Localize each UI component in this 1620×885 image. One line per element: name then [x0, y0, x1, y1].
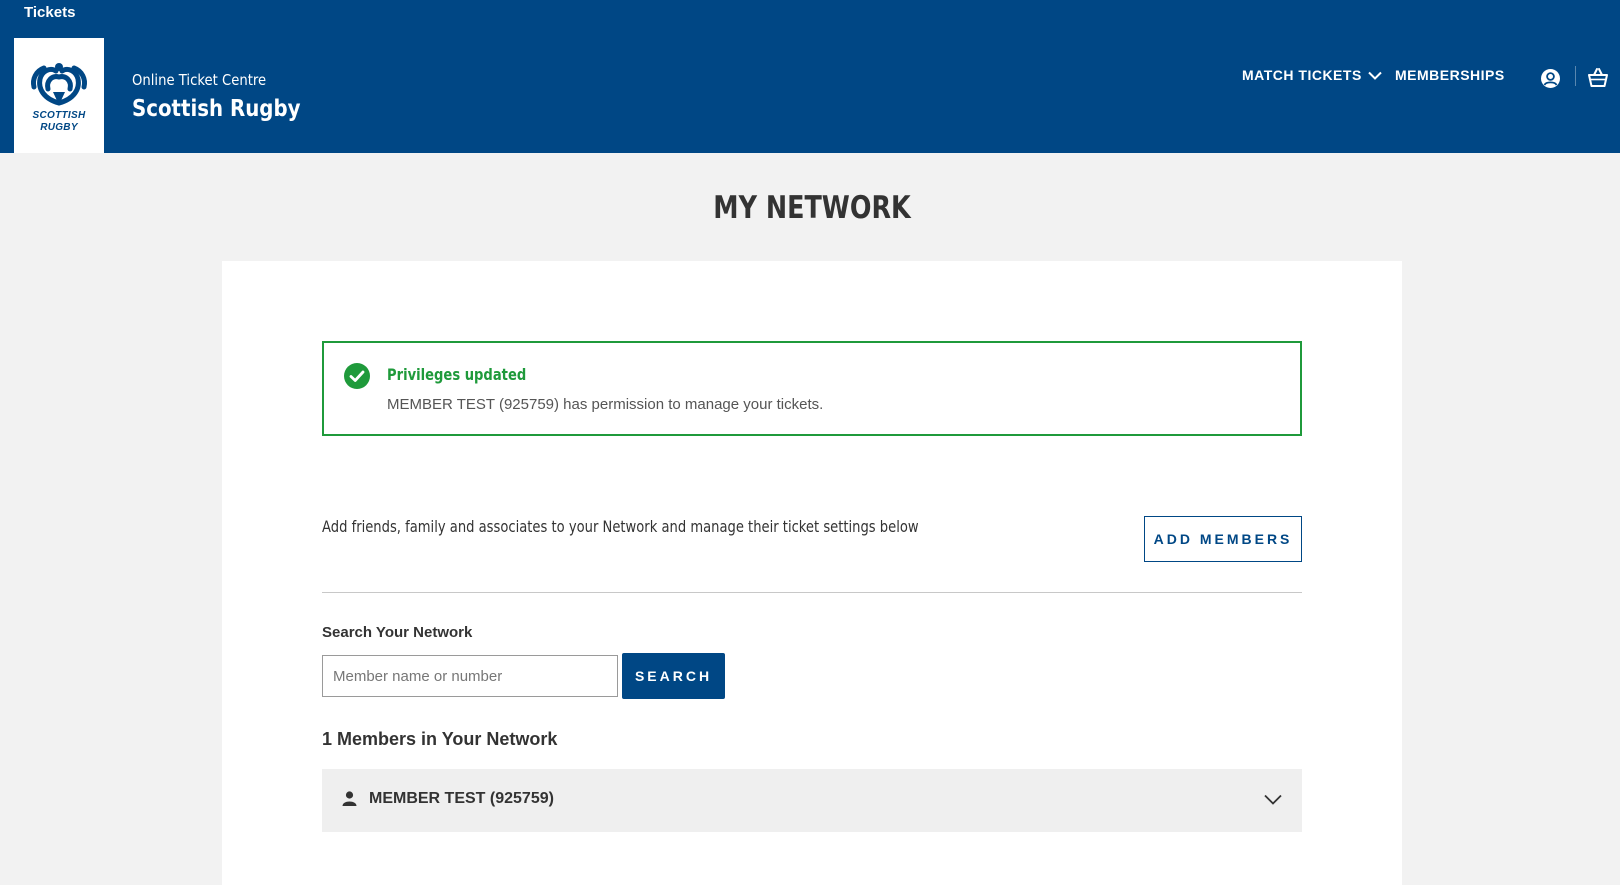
- alert-message: MEMBER TEST (925759) has permission to m…: [387, 396, 824, 413]
- logo-line-1: SCOTTISH: [32, 109, 86, 121]
- nav-match-tickets[interactable]: MATCH TICKETS: [1242, 67, 1382, 83]
- nav-match-tickets-label: MATCH TICKETS: [1242, 67, 1362, 83]
- nav-memberships[interactable]: MEMBERSHIPS: [1395, 67, 1505, 83]
- alert-title: Privileges updated: [387, 365, 527, 384]
- nav-memberships-label: MEMBERSHIPS: [1395, 67, 1505, 83]
- page-title: MY NETWORK: [713, 190, 911, 226]
- scottish-rugby-logo[interactable]: SCOTTISH RUGBY: [14, 38, 104, 153]
- logo-line-2: RUGBY: [40, 121, 78, 133]
- brand-title[interactable]: Scottish Rugby: [132, 96, 301, 122]
- member-name: MEMBER TEST (925759): [369, 790, 554, 807]
- section-divider: [322, 592, 1302, 593]
- success-alert: Privileges updated MEMBER TEST (925759) …: [322, 341, 1302, 436]
- member-row[interactable]: MEMBER TEST (925759): [322, 769, 1302, 832]
- search-button[interactable]: SEARCH: [622, 653, 725, 699]
- site-label: Tickets: [24, 4, 76, 21]
- thistle-icon: [31, 62, 87, 105]
- user-account-icon[interactable]: [1540, 68, 1561, 94]
- search-label: Search Your Network: [322, 624, 473, 641]
- chevron-down-icon: [1368, 71, 1382, 80]
- header-divider: [1575, 66, 1576, 86]
- add-members-button[interactable]: ADD MEMBERS: [1144, 516, 1302, 562]
- network-intro-text: Add friends, family and associates to yo…: [322, 517, 919, 536]
- search-input[interactable]: [322, 655, 618, 697]
- members-count: 1 Members in Your Network: [322, 729, 558, 749]
- basket-icon[interactable]: [1587, 67, 1609, 93]
- chevron-down-icon[interactable]: [1264, 794, 1282, 805]
- brand-subtitle: Online Ticket Centre: [132, 71, 267, 89]
- site-header: Tickets SCOTTISH RUGBY Online Ticket Cen…: [0, 0, 1620, 153]
- check-circle-icon: [344, 363, 370, 389]
- person-icon: [342, 791, 357, 806]
